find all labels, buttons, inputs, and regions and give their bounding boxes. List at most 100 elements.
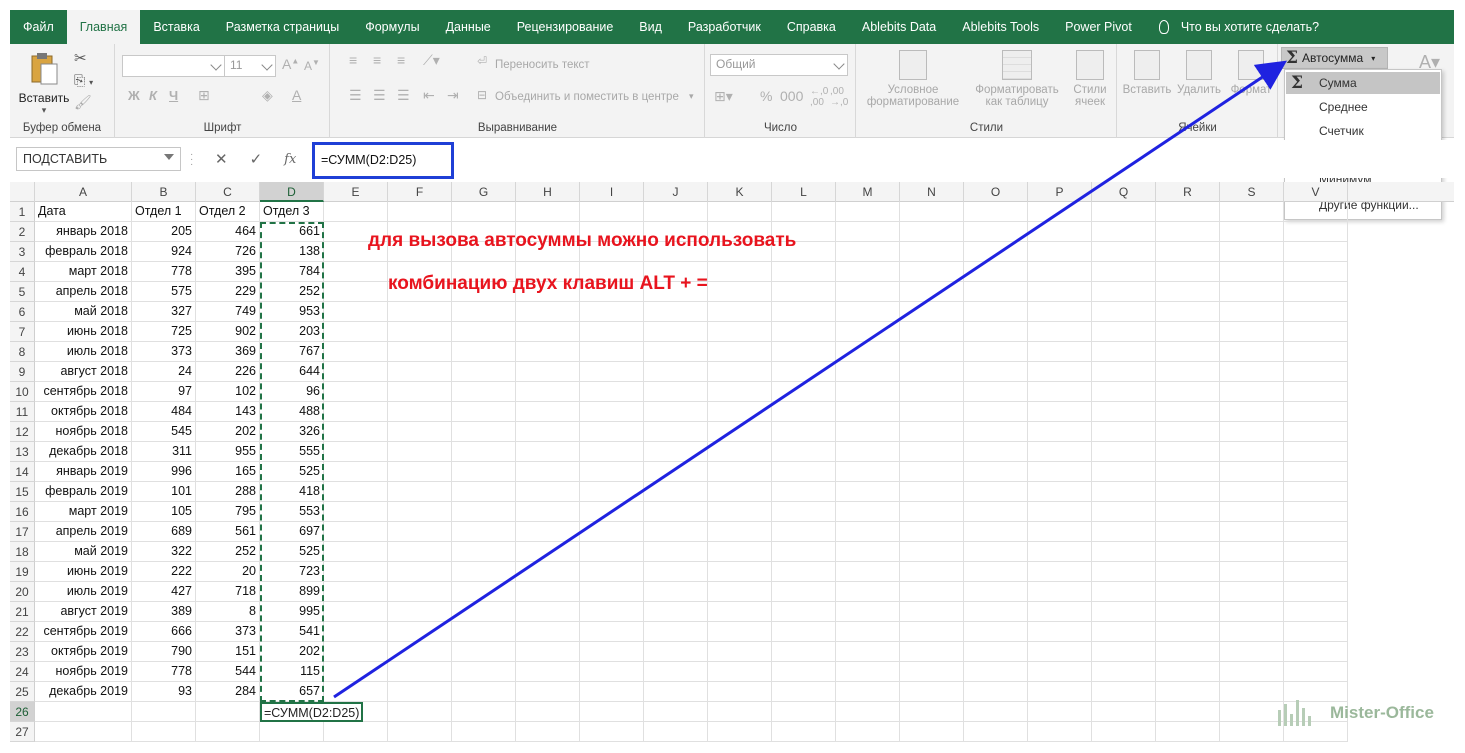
cell-O26[interactable] <box>964 702 1028 722</box>
wrap-text-icon[interactable]: ⏎ <box>477 54 487 68</box>
cell-B9[interactable]: 24 <box>132 362 196 382</box>
cell-J26[interactable] <box>644 702 708 722</box>
cell-V14[interactable] <box>1284 462 1348 482</box>
cell-F22[interactable] <box>388 622 452 642</box>
cell-Q17[interactable] <box>1092 522 1156 542</box>
percent-icon[interactable]: % <box>760 88 772 104</box>
cell-M21[interactable] <box>836 602 900 622</box>
cell-I27[interactable] <box>580 722 644 742</box>
cell-F11[interactable] <box>388 402 452 422</box>
align-right-icon[interactable]: ☰ <box>397 87 410 104</box>
cell-V5[interactable] <box>1284 282 1348 302</box>
cell-E10[interactable] <box>324 382 388 402</box>
cell-L22[interactable] <box>772 622 836 642</box>
cell-F25[interactable] <box>388 682 452 702</box>
cell-G6[interactable] <box>452 302 516 322</box>
cell-P12[interactable] <box>1028 422 1092 442</box>
cell-N23[interactable] <box>900 642 964 662</box>
cell-A8[interactable]: июль 2018 <box>35 342 132 362</box>
row-header[interactable]: 25 <box>10 682 35 702</box>
row-header[interactable]: 21 <box>10 602 35 622</box>
cell-H13[interactable] <box>516 442 580 462</box>
cell-B7[interactable]: 725 <box>132 322 196 342</box>
column-header-M[interactable]: M <box>836 182 900 202</box>
cell-G23[interactable] <box>452 642 516 662</box>
cell-H16[interactable] <box>516 502 580 522</box>
cell-A1[interactable]: Дата <box>35 202 132 222</box>
column-header-K[interactable]: K <box>708 182 772 202</box>
cell-C27[interactable] <box>196 722 260 742</box>
cell-A27[interactable] <box>35 722 132 742</box>
tab-0[interactable]: Файл <box>10 10 67 44</box>
cell-K13[interactable] <box>708 442 772 462</box>
cell-I23[interactable] <box>580 642 644 662</box>
cell-B3[interactable]: 924 <box>132 242 196 262</box>
cell-N13[interactable] <box>900 442 964 462</box>
cell-V24[interactable] <box>1284 662 1348 682</box>
cell-S1[interactable] <box>1220 202 1284 222</box>
orientation-icon[interactable]: ⟋▾ <box>423 52 440 69</box>
cell-N4[interactable] <box>900 262 964 282</box>
cell-I7[interactable] <box>580 322 644 342</box>
cell-K4[interactable] <box>708 262 772 282</box>
cell-O1[interactable] <box>964 202 1028 222</box>
cell-C13[interactable]: 955 <box>196 442 260 462</box>
cell-M25[interactable] <box>836 682 900 702</box>
cell-A17[interactable]: апрель 2019 <box>35 522 132 542</box>
cell-C14[interactable]: 165 <box>196 462 260 482</box>
cell-H6[interactable] <box>516 302 580 322</box>
cell-D11[interactable]: 488 <box>260 402 324 422</box>
cell-A9[interactable]: август 2018 <box>35 362 132 382</box>
cell-N14[interactable] <box>900 462 964 482</box>
column-header-D[interactable]: D <box>260 182 324 202</box>
cell-J13[interactable] <box>644 442 708 462</box>
cell-I8[interactable] <box>580 342 644 362</box>
increase-font-icon[interactable]: A▲ <box>282 56 299 72</box>
cell-M24[interactable] <box>836 662 900 682</box>
cell-I11[interactable] <box>580 402 644 422</box>
cell-S13[interactable] <box>1220 442 1284 462</box>
cell-F7[interactable] <box>388 322 452 342</box>
cell-styles-button[interactable]: Стили ячеек <box>1065 50 1115 108</box>
cell-F27[interactable] <box>388 722 452 742</box>
cell-N21[interactable] <box>900 602 964 622</box>
autosum-button[interactable]: Σ Автосумма ▾ <box>1281 47 1388 69</box>
cell-R14[interactable] <box>1156 462 1220 482</box>
wrap-text-button[interactable]: Переносить текст <box>495 59 590 71</box>
cell-H10[interactable] <box>516 382 580 402</box>
cell-R15[interactable] <box>1156 482 1220 502</box>
column-header-E[interactable]: E <box>324 182 388 202</box>
row-header[interactable]: 7 <box>10 322 35 342</box>
cell-D25[interactable]: 657 <box>260 682 324 702</box>
cell-G12[interactable] <box>452 422 516 442</box>
cell-B22[interactable]: 666 <box>132 622 196 642</box>
cell-C18[interactable]: 252 <box>196 542 260 562</box>
format-painter-icon[interactable]: 🖌 <box>74 94 92 111</box>
cell-O16[interactable] <box>964 502 1028 522</box>
cell-L9[interactable] <box>772 362 836 382</box>
cell-O10[interactable] <box>964 382 1028 402</box>
cell-D17[interactable]: 697 <box>260 522 324 542</box>
cell-D26-formula[interactable]: =СУММ(D2:D25) <box>260 702 364 722</box>
cell-N8[interactable] <box>900 342 964 362</box>
cell-I16[interactable] <box>580 502 644 522</box>
cell-I22[interactable] <box>580 622 644 642</box>
cell-G22[interactable] <box>452 622 516 642</box>
cell-D7[interactable]: 203 <box>260 322 324 342</box>
cell-S25[interactable] <box>1220 682 1284 702</box>
column-header-C[interactable]: C <box>196 182 260 202</box>
cell-J19[interactable] <box>644 562 708 582</box>
cell-L4[interactable] <box>772 262 836 282</box>
cell-J15[interactable] <box>644 482 708 502</box>
cell-H25[interactable] <box>516 682 580 702</box>
cell-C21[interactable]: 8 <box>196 602 260 622</box>
cell-P24[interactable] <box>1028 662 1092 682</box>
cell-A12[interactable]: ноябрь 2018 <box>35 422 132 442</box>
column-header-P[interactable]: P <box>1028 182 1092 202</box>
cell-C1[interactable]: Отдел 2 <box>196 202 260 222</box>
cell-L23[interactable] <box>772 642 836 662</box>
cell-P18[interactable] <box>1028 542 1092 562</box>
cell-B14[interactable]: 996 <box>132 462 196 482</box>
cell-C10[interactable]: 102 <box>196 382 260 402</box>
enter-icon[interactable]: ✓ <box>250 150 263 168</box>
